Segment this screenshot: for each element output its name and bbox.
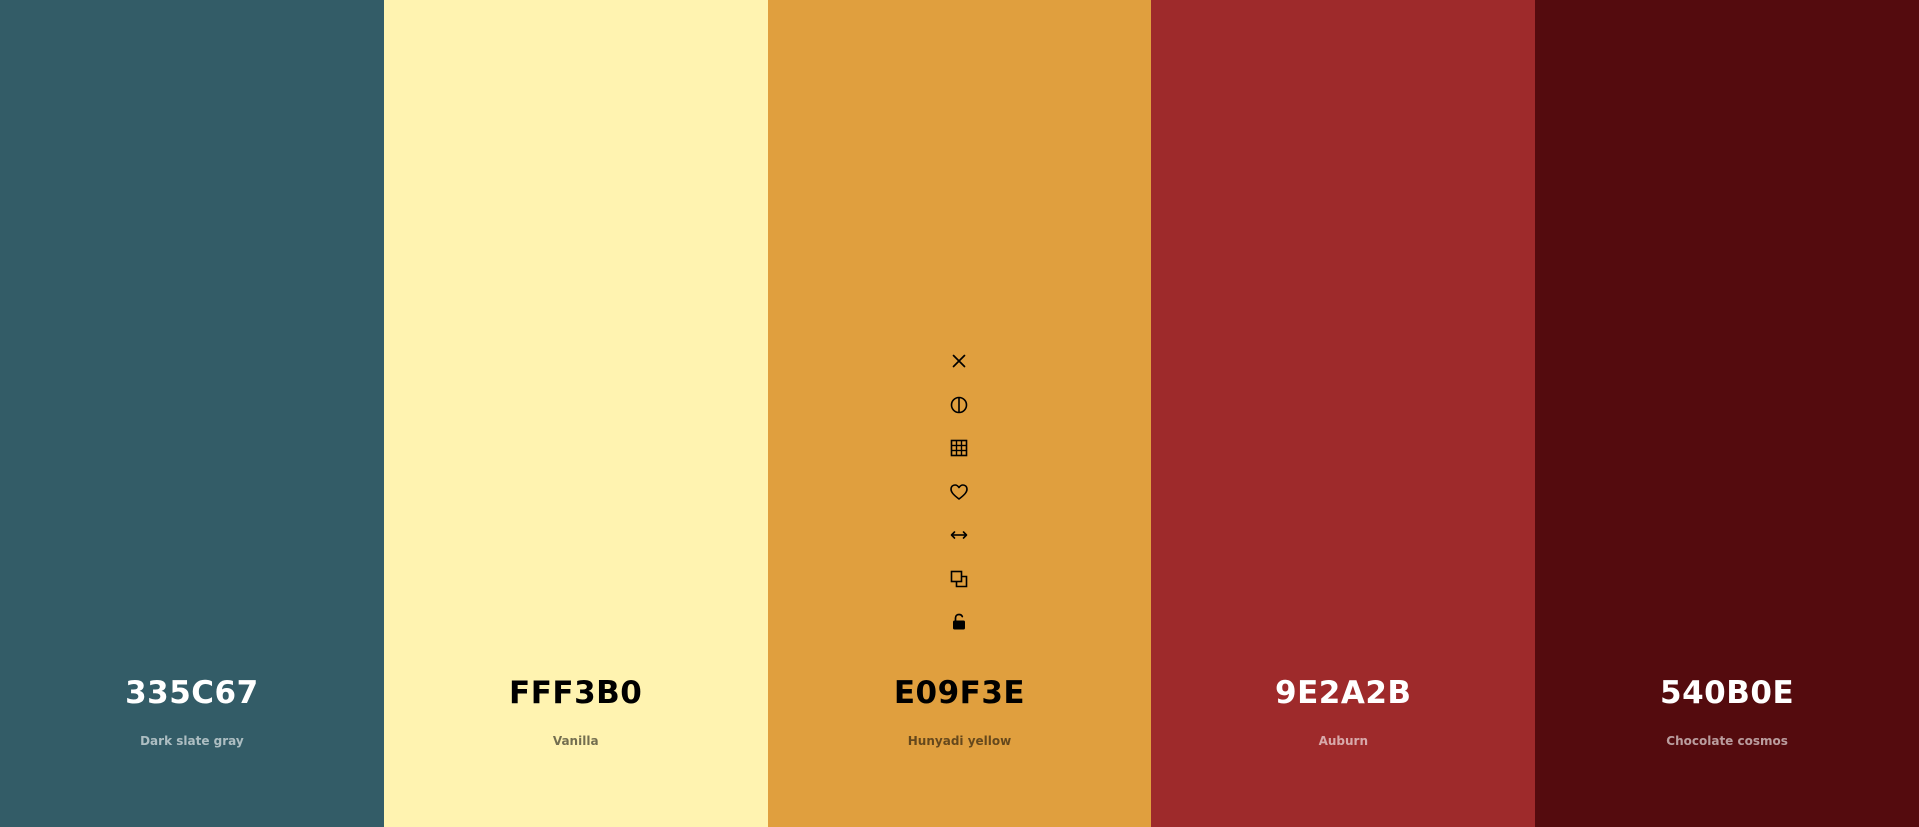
hex-code[interactable]: 9E2A2B: [1151, 675, 1535, 711]
drag-arrows-icon[interactable]: [945, 521, 973, 549]
unlock-icon[interactable]: [945, 608, 973, 636]
grid-icon[interactable]: [945, 434, 973, 462]
swatch-auburn[interactable]: 9E2A2B Auburn: [1151, 0, 1536, 827]
color-name: Auburn: [1318, 734, 1368, 748]
contrast-icon[interactable]: [945, 391, 973, 419]
color-name: Chocolate cosmos: [1666, 734, 1788, 748]
color-palette: 335C67 Dark slate gray FFF3B0 Vanilla E0…: [0, 0, 1919, 827]
swatch-vanilla[interactable]: FFF3B0 Vanilla: [383, 0, 768, 827]
copy-icon[interactable]: [945, 565, 973, 593]
swatch-chocolate-cosmos[interactable]: 540B0E Chocolate cosmos: [1535, 0, 1919, 827]
heart-icon[interactable]: [945, 478, 973, 506]
hex-code[interactable]: 335C67: [0, 675, 384, 711]
swatch-dark-slate-gray[interactable]: 335C67 Dark slate gray: [0, 0, 384, 827]
close-icon[interactable]: [945, 347, 973, 375]
color-name: Dark slate gray: [140, 734, 244, 748]
swatch-toolbar: [945, 347, 973, 652]
color-name: Hunyadi yellow: [907, 734, 1012, 748]
swatch-hunyadi-yellow[interactable]: E09F3E Hunyadi yellow: [767, 0, 1152, 827]
hex-code[interactable]: 540B0E: [1535, 675, 1919, 711]
color-name: Vanilla: [552, 734, 599, 748]
hex-code[interactable]: FFF3B0: [384, 675, 768, 711]
hex-code[interactable]: E09F3E: [768, 675, 1152, 711]
